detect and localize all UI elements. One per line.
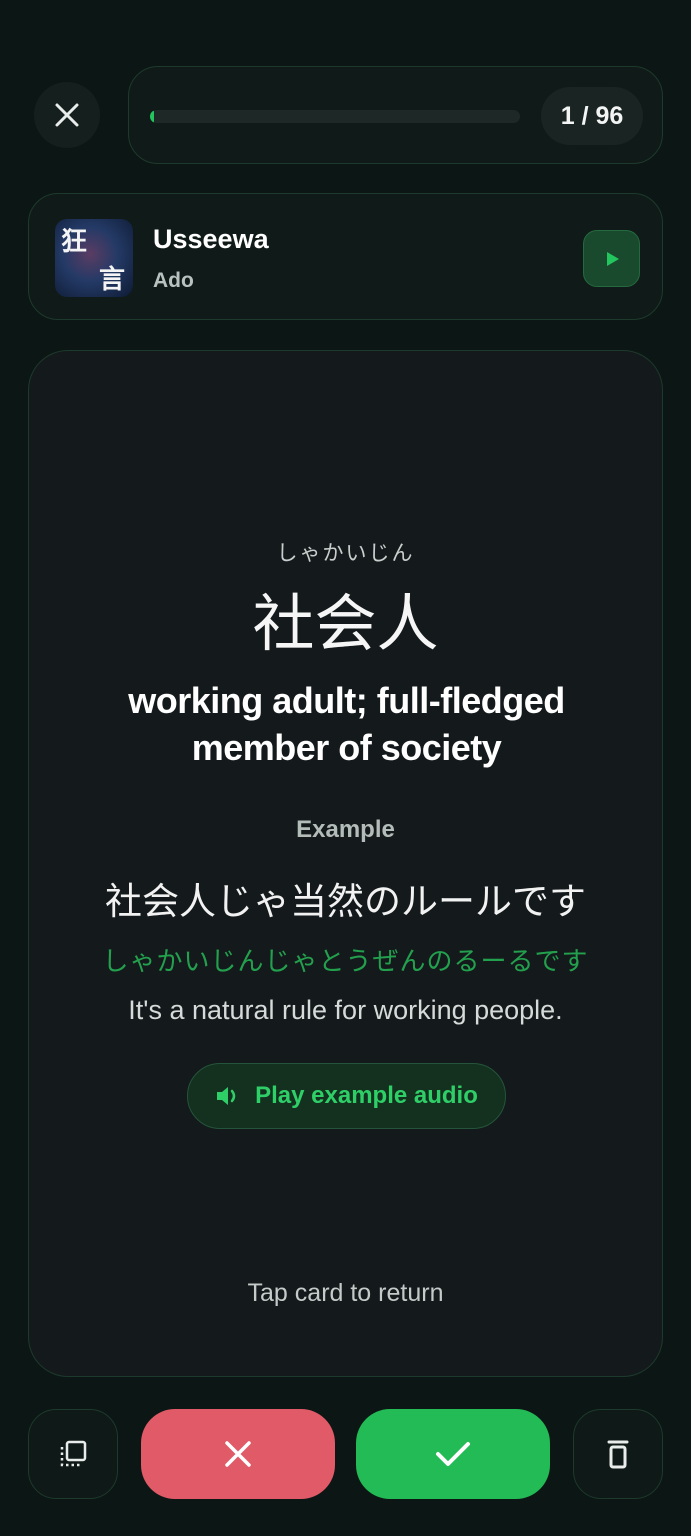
play-example-audio-button[interactable]: Play example audio: [187, 1063, 506, 1129]
x-icon: [225, 1441, 251, 1467]
word-kanji: 社会人: [252, 587, 439, 660]
flashcard-screen: 1 / 96 狂 言 Usseewa Ado しゃかいじん 社会人 workin…: [0, 0, 691, 1536]
album-art-glyph-1: 狂: [61, 227, 88, 257]
word-reading: しゃかいじん: [276, 541, 415, 565]
wrong-button[interactable]: [141, 1409, 335, 1499]
check-icon: [436, 1442, 470, 1466]
song-card[interactable]: 狂 言 Usseewa Ado: [28, 193, 663, 320]
trash-icon: [607, 1440, 629, 1469]
song-play-button[interactable]: [583, 230, 640, 287]
correct-button[interactable]: [356, 1409, 550, 1499]
progress-bar: [150, 110, 520, 123]
album-art-glyph-2: 言: [99, 265, 126, 295]
example-sentence-kana: しゃかいじんじゃとうぜんのるーるです: [102, 947, 589, 977]
song-artist: Ado: [153, 269, 194, 292]
example-sentence-english: It's a natural rule for working people.: [128, 995, 563, 1025]
flash-card[interactable]: しゃかいじん 社会人 working adult; full-fledged m…: [28, 350, 663, 1377]
progress-fill: [150, 110, 155, 123]
example-sentence-japanese: 社会人じゃ当然のルールです: [105, 880, 586, 923]
card-stack-icon: [60, 1440, 87, 1467]
progress-counter: 1 / 96: [541, 87, 643, 145]
song-title: Usseewa: [153, 224, 269, 254]
close-button[interactable]: [34, 82, 100, 148]
close-icon: [55, 103, 79, 127]
play-icon: [606, 251, 619, 266]
delete-button[interactable]: [573, 1409, 663, 1499]
progress-card: 1 / 96: [128, 66, 663, 164]
play-example-audio-label: Play example audio: [255, 1082, 478, 1109]
card-list-button[interactable]: [28, 1409, 118, 1499]
word-meaning: working adult; full-fledged member of so…: [128, 680, 565, 768]
tap-hint: Tap card to return: [247, 1279, 444, 1307]
example-label: Example: [296, 816, 395, 843]
album-art: 狂 言: [55, 219, 133, 297]
speaker-icon: [217, 1087, 236, 1105]
